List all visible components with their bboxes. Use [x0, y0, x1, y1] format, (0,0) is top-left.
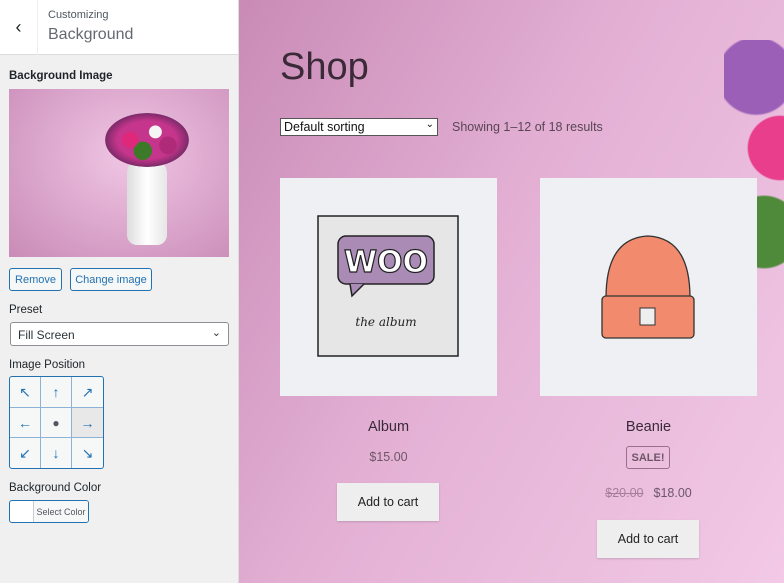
album-image[interactable]: WOO the album: [280, 178, 497, 396]
product-name[interactable]: Album: [280, 419, 497, 435]
select-color-label: Select Color: [34, 501, 88, 522]
position-top[interactable]: ↑: [41, 377, 72, 408]
product-name[interactable]: Beanie: [540, 419, 757, 435]
sorting-value: Default sorting: [284, 120, 365, 134]
position-top-left[interactable]: ↖: [10, 377, 41, 408]
background-image-thumbnail: [9, 89, 229, 257]
position-bottom-left[interactable]: ↙: [10, 438, 41, 468]
section-title: Background: [48, 26, 134, 43]
product-price: $15.00: [369, 450, 408, 464]
chevron-left-icon: ‹: [15, 17, 22, 37]
position-right[interactable]: →: [72, 408, 103, 438]
page-title: Shop: [280, 46, 369, 88]
sorting-select[interactable]: Default sorting ⌄: [280, 118, 438, 136]
svg-text:the album: the album: [355, 315, 416, 329]
bg-color-label: Background Color: [9, 482, 102, 494]
add-to-cart-button[interactable]: Add to cart: [337, 483, 439, 521]
remove-button[interactable]: Remove: [9, 268, 62, 291]
position-bottom[interactable]: ↓: [41, 438, 72, 468]
select-color-button[interactable]: Select Color: [9, 500, 89, 523]
svg-text:WOO: WOO: [344, 245, 428, 280]
position-top-right[interactable]: ↗: [72, 377, 103, 408]
preset-label: Preset: [9, 304, 43, 316]
chevron-down-icon: ⌄: [211, 327, 221, 339]
sale-price: $18.00: [653, 486, 692, 500]
chevron-down-icon: ⌄: [425, 119, 434, 130]
change-image-button[interactable]: Change image: [70, 268, 152, 291]
add-to-cart-button[interactable]: Add to cart: [597, 520, 699, 558]
preset-select[interactable]: Fill Screen ⌄: [10, 322, 229, 346]
sale-badge: SALE!: [626, 446, 670, 469]
image-position-grid: ↖ ↑ ↗ ← ● → ↙ ↓ ↘: [9, 376, 104, 469]
position-left[interactable]: ←: [10, 408, 41, 438]
back-button[interactable]: ‹: [0, 0, 38, 55]
breadcrumb: Customizing: [48, 9, 109, 21]
panel-header: ‹ Customizing Background: [0, 0, 238, 55]
bg-image-label: Background Image: [9, 70, 113, 82]
result-count: Showing 1–12 of 18 results: [452, 120, 603, 134]
color-swatch: [10, 501, 34, 522]
beanie-image[interactable]: [540, 178, 757, 396]
old-price: $20.00: [605, 486, 644, 500]
image-position-label: Image Position: [9, 359, 86, 371]
position-center[interactable]: ●: [41, 408, 72, 438]
preset-value: Fill Screen: [18, 328, 75, 342]
position-bottom-right[interactable]: ↘: [72, 438, 103, 468]
site-preview: Shop Default sorting ⌄ Showing 1–12 of 18…: [239, 0, 784, 583]
customizer-panel: ‹ Customizing Background Background Imag…: [0, 0, 239, 583]
